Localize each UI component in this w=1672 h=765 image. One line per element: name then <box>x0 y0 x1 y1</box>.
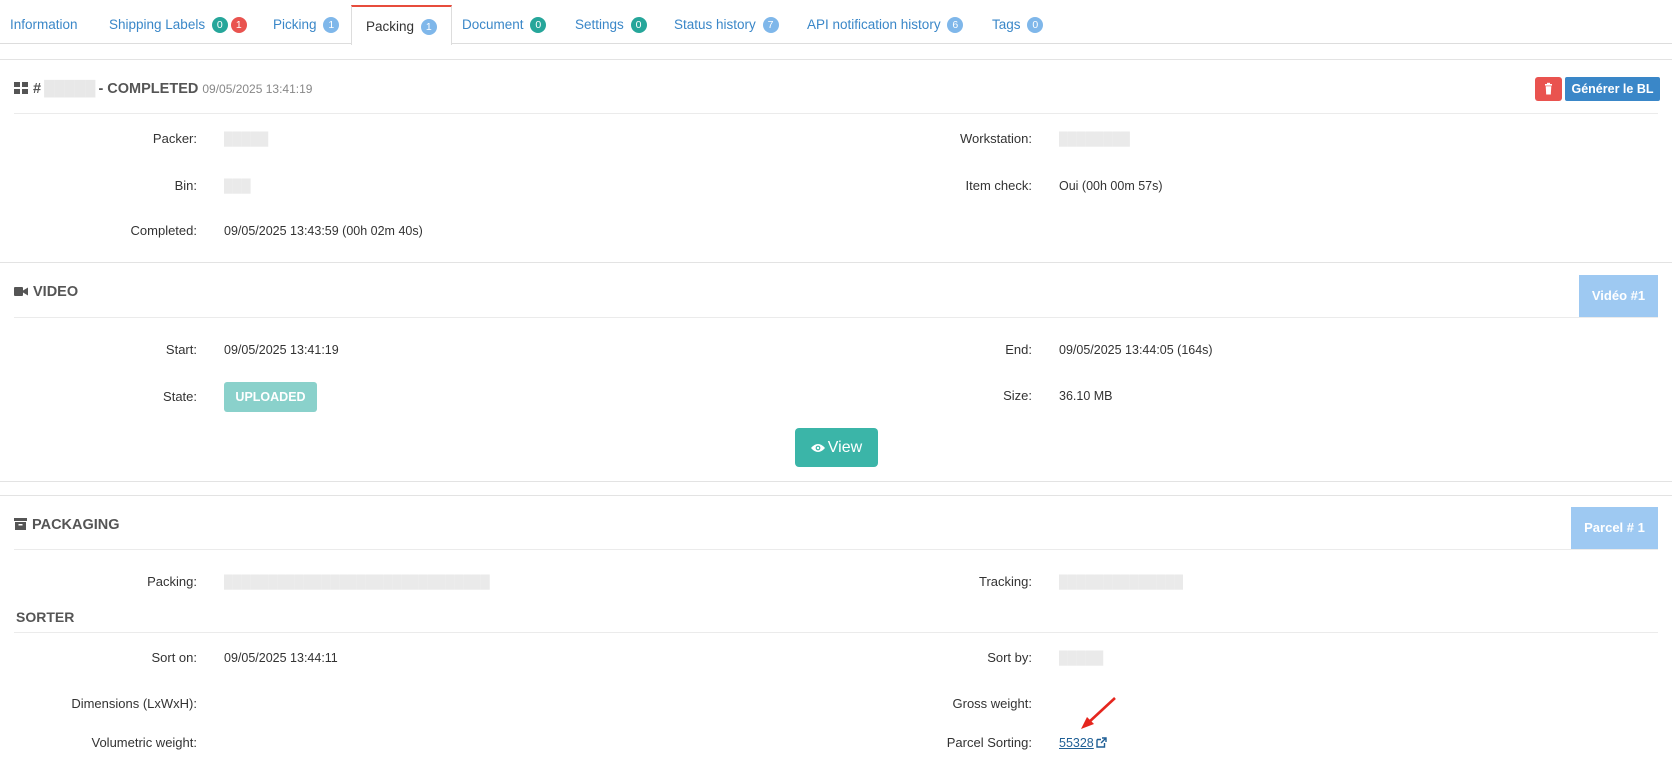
section-header-divider <box>14 113 1658 114</box>
sorter-divider <box>14 632 1658 633</box>
tab-tags[interactable]: Tags 0 <box>992 0 1044 44</box>
packing-section-title: # █████ - COMPLETED 09/05/2025 13:41:19 <box>14 79 312 100</box>
section-divider <box>0 495 1672 496</box>
dimensions-label: Dimensions (LxWxH): <box>71 696 197 711</box>
tab-label: Settings <box>575 17 624 32</box>
tab-settings[interactable]: Settings 0 <box>575 0 647 44</box>
tab-label: Tags <box>992 17 1021 32</box>
trash-icon <box>1545 82 1552 95</box>
tab-label: Packing <box>366 19 415 34</box>
tab-picking[interactable]: Picking 1 <box>273 0 340 44</box>
video-camera-icon <box>14 283 28 303</box>
red-arrow-annotation-icon <box>1081 697 1116 729</box>
packer-label: Packer: <box>152 131 197 146</box>
completed-label: Completed: <box>130 223 197 238</box>
tab-bar: Information Shipping Labels 01 Picking 1… <box>0 0 1672 45</box>
sort-on-value: 09/05/2025 13:44:11 <box>224 651 338 665</box>
section-divider <box>0 262 1672 263</box>
count-badge: 1 <box>230 17 247 33</box>
packaging-section-title: PACKAGING <box>14 515 120 536</box>
end-value: 09/05/2025 13:44:05 (164s) <box>1059 343 1213 357</box>
tab-packing[interactable]: Packing 1 <box>351 5 452 45</box>
parcel-sorting-label: Parcel Sorting: <box>946 735 1032 750</box>
state-label: State: <box>163 389 197 404</box>
packing-label: Packing: <box>147 574 197 589</box>
count-badge: 1 <box>323 17 340 33</box>
state-badge: UPLOADED <box>224 382 317 412</box>
tab-shipping-labels[interactable]: Shipping Labels 01 <box>109 0 247 44</box>
packing-timestamp: 09/05/2025 13:41:19 <box>202 82 313 96</box>
count-badge: 0 <box>211 17 228 33</box>
view-button-label: View <box>827 439 863 456</box>
packer-value-redacted: █████ <box>224 132 269 146</box>
item-check-label: Item check: <box>965 178 1032 193</box>
tab-label: Status history <box>674 17 756 32</box>
sort-by-value-redacted: █████ <box>1059 651 1104 665</box>
end-label: End: <box>1005 342 1032 357</box>
generate-bl-button[interactable]: Générer le BL <box>1565 77 1660 101</box>
tracking-value-redacted: ██████████████ <box>1059 575 1183 589</box>
count-badge: 0 <box>1027 17 1044 33</box>
item-check-value: Oui (00h 00m 57s) <box>1059 179 1163 193</box>
gross-weight-label: Gross weight: <box>952 696 1032 711</box>
count-badge: 1 <box>420 19 437 35</box>
section-header-divider <box>14 317 1658 318</box>
archive-box-icon <box>14 516 27 536</box>
tab-api-notification-history[interactable]: API notification history 6 <box>807 0 964 44</box>
grid-icon <box>14 80 28 100</box>
section-divider <box>0 481 1672 482</box>
workstation-label: Workstation: <box>959 131 1032 146</box>
tab-label: Information <box>10 17 78 32</box>
volumetric-weight-label: Volumetric weight: <box>91 735 198 750</box>
tab-status-history[interactable]: Status history 7 <box>674 0 779 44</box>
packing-value-redacted: ██████████████████████████████ <box>224 575 490 589</box>
bin-label: Bin: <box>174 178 197 193</box>
packaging-title-text: PACKAGING <box>32 517 120 533</box>
order-number-redacted: █████ <box>44 81 96 97</box>
video-1-button[interactable]: Vidéo #1 <box>1579 275 1658 317</box>
video-section-title: VIDEO <box>14 282 78 303</box>
tab-label: Document <box>462 17 524 32</box>
view-button[interactable]: View <box>795 428 878 467</box>
size-label: Size: <box>1003 388 1032 403</box>
count-badge: 0 <box>530 17 547 33</box>
parcel-sorting-link[interactable]: 55328 <box>1059 734 1107 752</box>
count-badge: 6 <box>947 17 964 33</box>
start-value: 09/05/2025 13:41:19 <box>224 343 339 357</box>
sort-by-label: Sort by: <box>987 650 1032 665</box>
count-badge: 0 <box>630 17 647 33</box>
completed-value: 09/05/2025 13:43:59 (00h 02m 40s) <box>224 224 423 238</box>
sorter-title: SORTER <box>16 609 75 625</box>
tab-label: Shipping Labels <box>109 17 206 32</box>
delete-button[interactable] <box>1535 77 1562 101</box>
eye-icon <box>810 444 825 452</box>
section-header-divider <box>14 549 1658 550</box>
packing-status: - COMPLETED <box>98 81 199 97</box>
order-hash: # <box>33 81 42 97</box>
tab-document[interactable]: Document 0 <box>462 0 547 44</box>
video-title-text: VIDEO <box>33 284 79 300</box>
sort-on-label: Sort on: <box>151 650 197 665</box>
workstation-value-redacted: ████████ <box>1059 132 1130 146</box>
section-divider <box>0 59 1672 60</box>
external-link-icon <box>1096 737 1107 748</box>
bin-value-redacted: ███ <box>224 179 251 193</box>
tab-label: API notification history <box>807 17 941 32</box>
start-label: Start: <box>165 342 197 357</box>
tracking-label: Tracking: <box>979 574 1032 589</box>
tab-information[interactable]: Information <box>10 0 78 44</box>
size-value: 36.10 MB <box>1059 389 1113 403</box>
parcel-1-button[interactable]: Parcel # 1 <box>1571 507 1658 549</box>
tab-label: Picking <box>273 17 317 32</box>
count-badge: 7 <box>762 17 779 33</box>
parcel-sorting-link-text: 55328 <box>1059 736 1094 750</box>
